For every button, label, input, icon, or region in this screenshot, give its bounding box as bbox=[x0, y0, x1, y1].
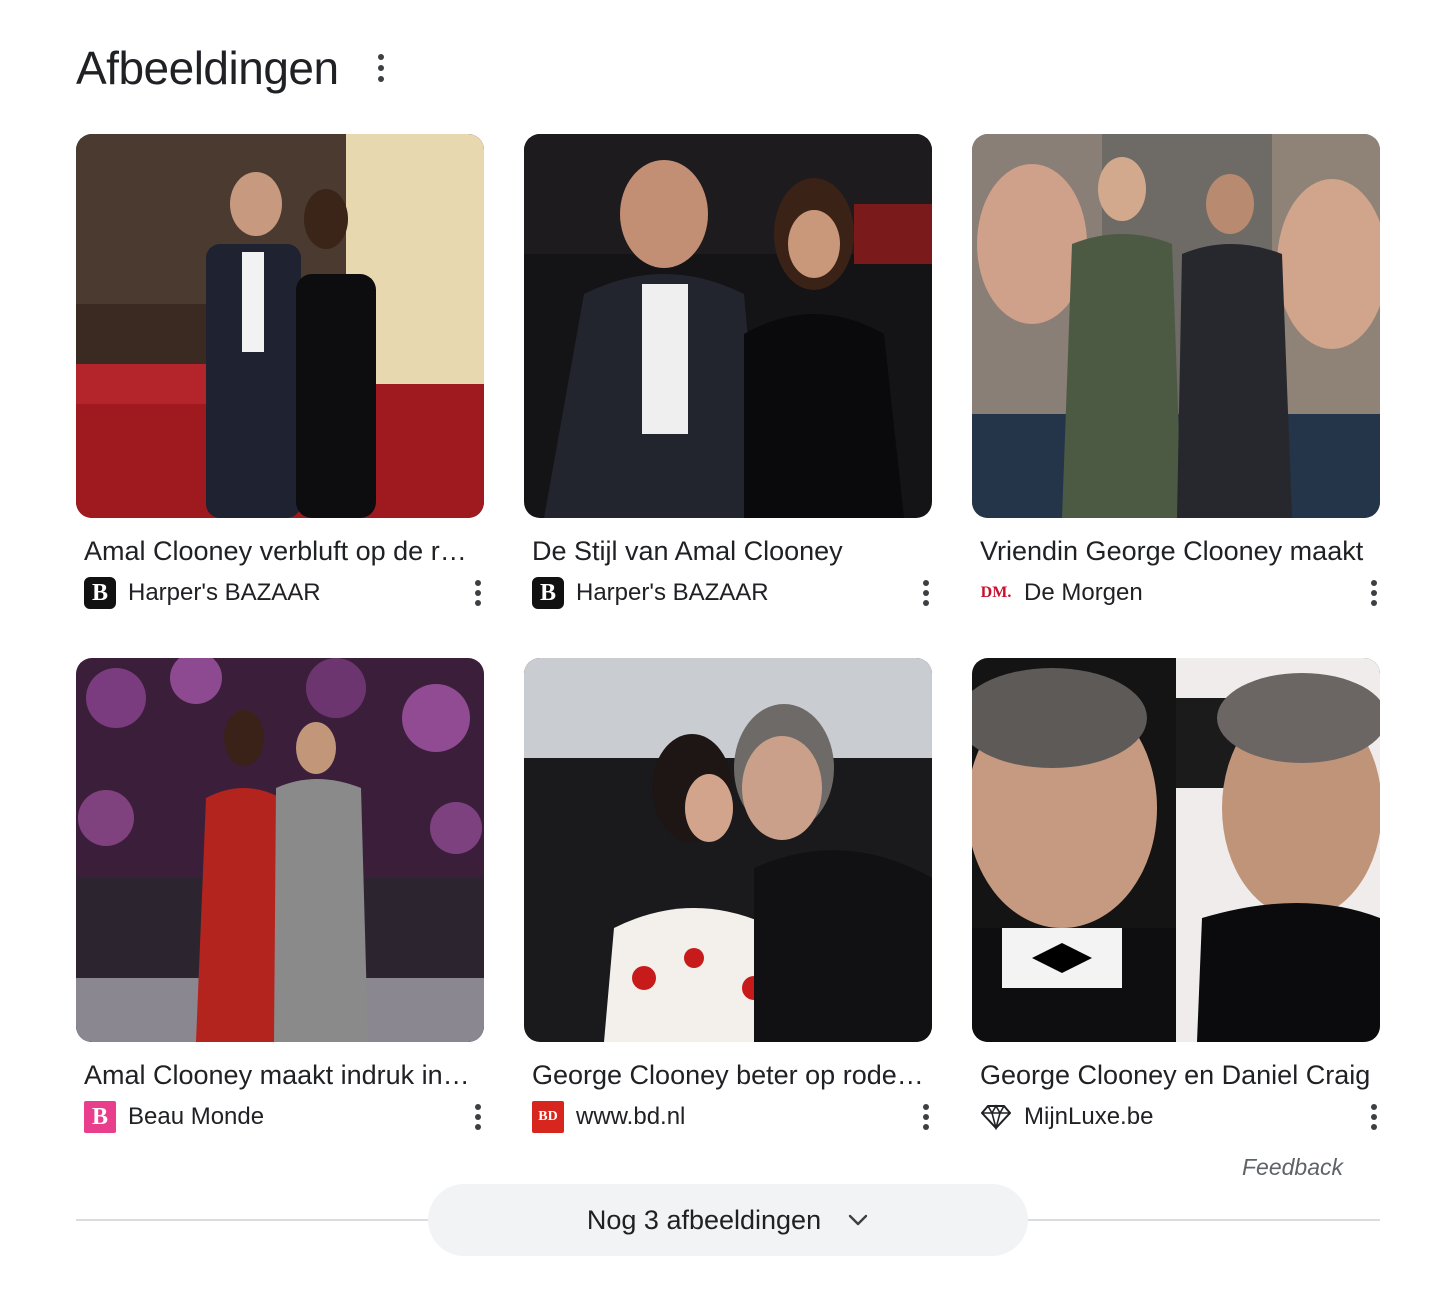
image-thumbnail[interactable] bbox=[76, 658, 484, 1042]
image-grid: Amal Clooney verbluft op de rode loper B… bbox=[76, 134, 1380, 1182]
image-source[interactable]: B Harper's BAZAAR bbox=[84, 577, 484, 609]
section-menu-icon[interactable] bbox=[369, 48, 393, 88]
section-header: Afbeeldingen bbox=[76, 38, 393, 98]
item-menu-icon[interactable] bbox=[1368, 1098, 1380, 1136]
image-source[interactable]: BD www.bd.nl bbox=[532, 1101, 932, 1133]
image-result[interactable]: Amal Clooney verbluft op de rode loper B… bbox=[76, 134, 484, 658]
image-source[interactable]: MijnLuxe.be bbox=[980, 1101, 1380, 1133]
image-thumbnail[interactable] bbox=[972, 134, 1380, 518]
image-source[interactable]: B Beau Monde bbox=[84, 1101, 484, 1133]
item-menu-icon[interactable] bbox=[920, 1098, 932, 1136]
image-result[interactable]: De Stijl van Amal Clooney B Harper's BAZ… bbox=[524, 134, 932, 658]
diamond-icon bbox=[980, 1101, 1012, 1133]
image-thumbnail[interactable] bbox=[524, 658, 932, 1042]
harpers-bazaar-favicon-icon: B bbox=[532, 577, 564, 609]
image-source[interactable]: B Harper's BAZAAR bbox=[532, 577, 932, 609]
image-result[interactable]: Amal Clooney maakt indruk in rode jurk B… bbox=[76, 658, 484, 1182]
image-result[interactable]: George Clooney beter op rode loper BD ww… bbox=[524, 658, 932, 1182]
image-caption[interactable]: Amal Clooney maakt indruk in rode jurk bbox=[84, 1060, 476, 1091]
source-name: Harper's BAZAAR bbox=[128, 579, 321, 606]
bd-favicon-icon: BD bbox=[532, 1101, 564, 1133]
image-thumbnail[interactable] bbox=[972, 658, 1380, 1042]
chevron-down-icon bbox=[847, 1209, 869, 1231]
source-name: Beau Monde bbox=[128, 1103, 265, 1130]
more-images-label: Nog 3 afbeeldingen bbox=[586, 1204, 822, 1235]
de-morgen-favicon-icon: DM. bbox=[980, 577, 1012, 609]
image-source[interactable]: DM. De Morgen bbox=[980, 577, 1380, 609]
source-name: www.bd.nl bbox=[576, 1103, 686, 1130]
image-caption[interactable]: George Clooney beter op rode loper bbox=[532, 1060, 924, 1091]
item-menu-icon[interactable] bbox=[920, 574, 932, 612]
image-result[interactable]: Vriendin George Clooney maakt DM. De Mor… bbox=[972, 134, 1380, 658]
image-result[interactable]: George Clooney en Daniel Craig MijnLuxe.… bbox=[972, 658, 1380, 1182]
item-menu-icon[interactable] bbox=[1368, 574, 1380, 612]
more-images-button[interactable]: Nog 3 afbeeldingen bbox=[428, 1184, 1028, 1256]
source-name: De Morgen bbox=[1024, 579, 1143, 606]
image-thumbnail[interactable] bbox=[524, 134, 932, 518]
image-caption[interactable]: George Clooney en Daniel Craig bbox=[980, 1060, 1372, 1091]
source-name: MijnLuxe.be bbox=[1024, 1103, 1154, 1130]
harpers-bazaar-favicon-icon: B bbox=[84, 577, 116, 609]
item-menu-icon[interactable] bbox=[472, 1098, 484, 1136]
beau-monde-favicon-icon: B bbox=[84, 1101, 116, 1133]
feedback-link[interactable]: Feedback bbox=[1242, 1154, 1343, 1181]
item-menu-icon[interactable] bbox=[472, 574, 484, 612]
image-caption[interactable]: Amal Clooney verbluft op de rode loper bbox=[84, 536, 476, 567]
image-caption[interactable]: De Stijl van Amal Clooney bbox=[532, 536, 924, 567]
image-caption[interactable]: Vriendin George Clooney maakt bbox=[980, 536, 1372, 567]
image-thumbnail[interactable] bbox=[76, 134, 484, 518]
section-title: Afbeeldingen bbox=[76, 42, 339, 94]
source-name: Harper's BAZAAR bbox=[576, 579, 769, 606]
